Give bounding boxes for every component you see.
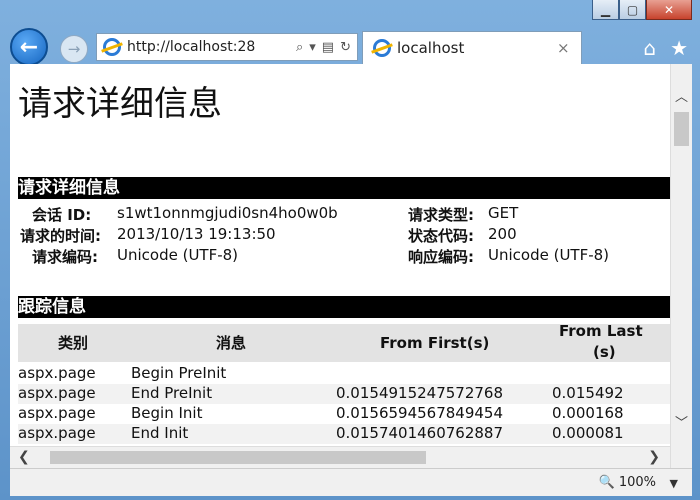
vertical-scrollbar[interactable]: ︿ ﹀ xyxy=(670,64,692,468)
request-encoding-label: 请求编码: xyxy=(32,248,98,266)
request-type-value: GET xyxy=(488,204,519,222)
compatibility-icon[interactable]: ▤ xyxy=(322,40,334,55)
request-encoding-value: Unicode (UTF-8) xyxy=(117,246,239,264)
dropdown-icon[interactable]: ▾ xyxy=(309,40,316,55)
maximize-button[interactable]: ▢ xyxy=(619,0,646,20)
window-controls: ▁ ▢ ✕ xyxy=(592,0,692,24)
forward-button[interactable]: → xyxy=(60,35,88,63)
trace-row: aspx.page Begin Init 0.0156594567849454 … xyxy=(18,404,624,422)
status-bar: 🔍 100% ▼ xyxy=(10,468,692,496)
request-time-value: 2013/10/13 19:13:50 xyxy=(117,225,276,243)
scroll-down-icon[interactable]: ﹀ xyxy=(671,410,692,432)
column-from-last-unit: (s) xyxy=(593,343,616,361)
status-code-value: 200 xyxy=(488,225,517,243)
tab-close-icon[interactable]: × xyxy=(557,39,581,57)
toolbar-icons: ⌂ ★ xyxy=(643,36,688,60)
ie-icon xyxy=(103,38,121,56)
back-button[interactable]: ← xyxy=(10,28,48,66)
trace-row: aspx.page End Init 0.0157401460762887 0.… xyxy=(18,424,670,444)
search-icon[interactable]: ⌕ xyxy=(296,40,303,55)
zoom-dropdown-icon[interactable]: ▼ xyxy=(670,477,678,490)
forward-icon: → xyxy=(67,40,81,58)
response-encoding-value: Unicode (UTF-8) xyxy=(488,246,610,264)
home-icon[interactable]: ⌂ xyxy=(643,36,656,60)
refresh-icon[interactable]: ↻ xyxy=(340,40,351,55)
section-trace-header: 跟踪信息 xyxy=(18,296,670,318)
column-from-last: From Last xyxy=(559,322,643,340)
trace-row: aspx.page End PreInit 0.0154915247572768… xyxy=(18,384,670,404)
column-category: 类别 xyxy=(58,334,89,352)
trace-row: aspx.page Begin PreInit xyxy=(18,364,227,382)
response-encoding-label: 响应编码: xyxy=(408,248,474,266)
status-code-label: 状态代码: xyxy=(408,227,474,245)
session-id-label: 会话 ID: xyxy=(32,206,92,224)
address-tools: ⌕ ▾ ▤ ↻ xyxy=(296,40,357,55)
page-content: 请求详细信息 请求详细信息 会话 ID: s1wt1onnmgjudi0sn4h… xyxy=(10,64,670,468)
tab-localhost[interactable]: localhost × xyxy=(362,31,582,64)
address-bar[interactable]: http://localhost:28 ⌕ ▾ ▤ ↻ xyxy=(96,33,358,61)
session-id-value: s1wt1onnmgjudi0sn4ho0w0b xyxy=(117,204,338,222)
browser-window: ▁ ▢ ✕ ← → http://localhost:28 ⌕ ▾ ▤ ↻ lo… xyxy=(0,0,700,500)
page-title: 请求详细信息 xyxy=(18,84,222,124)
ie-icon xyxy=(373,39,391,57)
horizontal-scrollbar[interactable]: ❮ ❯ xyxy=(10,446,670,468)
favorites-icon[interactable]: ★ xyxy=(670,36,688,60)
request-time-label: 请求的时间: xyxy=(20,227,101,245)
tab-title: localhost xyxy=(397,39,465,57)
request-type-label: 请求类型: xyxy=(408,206,474,224)
vertical-scroll-thumb[interactable] xyxy=(674,112,689,146)
zoom-control[interactable]: 🔍 100% xyxy=(599,475,656,490)
scroll-right-icon[interactable]: ❯ xyxy=(648,449,660,465)
scroll-up-icon[interactable]: ︿ xyxy=(671,84,692,106)
scroll-left-icon[interactable]: ❮ xyxy=(18,449,30,465)
zoom-icon: 🔍 xyxy=(598,475,615,490)
trace-table-header: 类别 消息 From First(s) From Last (s) xyxy=(18,322,670,362)
section-request-header: 请求详细信息 xyxy=(18,177,670,199)
address-text[interactable]: http://localhost:28 xyxy=(127,39,296,55)
close-window-button[interactable]: ✕ xyxy=(646,0,692,20)
minimize-button[interactable]: ▁ xyxy=(592,0,619,20)
column-message: 消息 xyxy=(216,334,247,352)
session-id-row: 会话 ID: xyxy=(32,204,91,225)
back-icon: ← xyxy=(19,34,39,60)
zoom-level: 100% xyxy=(618,475,656,490)
horizontal-scroll-thumb[interactable] xyxy=(50,451,426,464)
column-from-first: From First(s) xyxy=(380,334,490,352)
